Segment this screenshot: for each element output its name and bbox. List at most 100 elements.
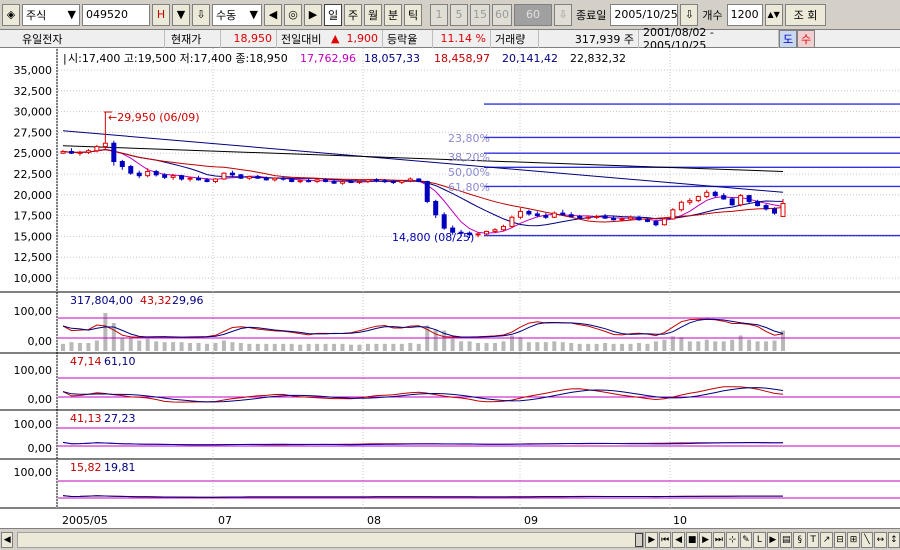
volume-bar bbox=[408, 343, 413, 351]
candle-body bbox=[204, 179, 210, 182]
calendar-arrow-icon[interactable]: ⇩ bbox=[680, 3, 699, 26]
interval-15-button[interactable]: 15 bbox=[470, 3, 490, 26]
tool-arrow-icon[interactable]: ↗ bbox=[820, 531, 833, 548]
interval-1-button[interactable]: 1 bbox=[430, 3, 448, 26]
volume-bar bbox=[620, 343, 625, 351]
count-spinner-icon[interactable]: ▲▼ bbox=[764, 3, 783, 26]
candle-body bbox=[145, 171, 151, 177]
tool-h-icon[interactable]: ⊟ bbox=[833, 531, 847, 548]
scroll-right-icon[interactable]: ▶ bbox=[645, 531, 658, 548]
period-month-button[interactable]: 월 bbox=[364, 3, 382, 26]
y-tick-label: 27,500 bbox=[14, 126, 53, 139]
volume-bar bbox=[560, 342, 565, 351]
volume-bar bbox=[221, 340, 226, 351]
candle-body bbox=[772, 208, 778, 214]
interval-60-button[interactable]: 60 bbox=[492, 3, 512, 26]
volume-bar bbox=[162, 342, 167, 351]
tool-fib-icon[interactable]: § bbox=[793, 531, 806, 548]
scroll-left-icon[interactable]: ◀ bbox=[1, 531, 14, 548]
candle-body bbox=[568, 214, 574, 217]
download-arrow-icon[interactable]: ⇩ bbox=[192, 3, 210, 26]
tool-expand-v-icon[interactable]: ↕ bbox=[887, 531, 900, 548]
prev-icon[interactable]: ◀ bbox=[264, 3, 282, 26]
y-tick-label: 25,000 bbox=[14, 147, 53, 160]
interval-5-button[interactable]: 5 bbox=[450, 3, 468, 26]
dropdown-icon[interactable]: ▼ bbox=[172, 3, 190, 26]
stop-icon[interactable]: ■ bbox=[685, 531, 699, 548]
market-select[interactable]: 주식 ▼ bbox=[22, 3, 80, 26]
candle-body bbox=[77, 151, 83, 154]
bottom-scrollbar[interactable]: ◀ ▶ ⏮ ◀ ■ ▶ ⏭ ⊹ ✎ L ▶ ▤ § T ↗ ⊟ ⊞ ╲ ↔ ↕ bbox=[0, 528, 900, 550]
candle-body bbox=[500, 225, 506, 231]
diamond-icon[interactable]: ◈ bbox=[2, 3, 20, 26]
price-label: 현재가 bbox=[165, 29, 221, 48]
info-bar: 유일전자 현재가 18,950 전일대비 ▲ 1,900 등락율 11.14 %… bbox=[0, 26, 900, 52]
first-page-icon[interactable]: ⏮ bbox=[658, 531, 672, 548]
candle-body bbox=[119, 161, 125, 168]
tool-grid-icon[interactable]: ▤ bbox=[780, 531, 793, 548]
volume-header-3: 29,96 bbox=[172, 294, 204, 307]
candle-body bbox=[780, 203, 786, 217]
candle-body bbox=[68, 151, 74, 154]
query-button[interactable]: 조 회 bbox=[784, 3, 827, 26]
candle-body bbox=[289, 178, 295, 182]
tool-play-icon[interactable]: ▶ bbox=[766, 531, 780, 548]
volume-bar bbox=[704, 339, 709, 351]
end-date-input[interactable]: 2005/10/25 bbox=[610, 3, 679, 26]
last-page-icon[interactable]: ⏭ bbox=[712, 531, 726, 548]
candle-body bbox=[162, 174, 168, 178]
volume-bar bbox=[467, 341, 472, 351]
volume-bar bbox=[501, 341, 506, 351]
y-tick-label: 12,500 bbox=[14, 251, 53, 264]
volume-bar bbox=[577, 343, 582, 351]
tool-pointer-icon[interactable]: ⊹ bbox=[726, 531, 739, 548]
next-page-icon[interactable]: ▶ bbox=[699, 531, 712, 548]
tool-l-icon[interactable]: L bbox=[753, 531, 766, 548]
interval-arrow-icon[interactable]: ⇩ bbox=[554, 3, 572, 26]
period-tick-button[interactable]: 틱 bbox=[404, 3, 422, 26]
candle-body bbox=[628, 216, 634, 220]
volume-bar bbox=[518, 337, 523, 351]
candle-body bbox=[246, 175, 252, 179]
code-input[interactable]: 049520 bbox=[82, 3, 150, 26]
scroll-thumb[interactable] bbox=[635, 532, 644, 547]
x-tick-0: 2005/05 bbox=[62, 514, 108, 527]
p3-tick-100: 100,00 bbox=[14, 364, 53, 377]
price-chart[interactable]: 35,000 32,500 30,000 27,500 25,000 22,500 20,0… bbox=[0, 48, 900, 528]
volume-bar bbox=[205, 343, 209, 351]
ma-value-5: 22,832,32 bbox=[570, 52, 626, 65]
btn-do[interactable]: 도 bbox=[779, 29, 797, 48]
scroll-track[interactable] bbox=[17, 531, 645, 548]
tool-t-icon[interactable]: T bbox=[806, 531, 820, 548]
target-icon[interactable]: ◎ bbox=[284, 3, 302, 26]
next-icon[interactable]: ▶ bbox=[304, 3, 322, 26]
change-value: 1,900 bbox=[345, 29, 383, 48]
volume-bar bbox=[687, 341, 692, 351]
volume-bar bbox=[476, 343, 481, 351]
adjust-select[interactable]: 수동 ▼ bbox=[212, 3, 262, 26]
period-day-button[interactable]: 일 bbox=[324, 3, 342, 26]
candle-body bbox=[60, 151, 66, 154]
candle-body bbox=[348, 180, 354, 183]
volume-bar bbox=[569, 343, 574, 351]
ma-value-3: 18,458,97 bbox=[434, 52, 490, 65]
volume-bar bbox=[315, 343, 320, 351]
tool-line-icon[interactable]: ╲ bbox=[860, 531, 874, 548]
h-button[interactable]: H bbox=[152, 3, 170, 26]
period-week-button[interactable]: 주 bbox=[344, 3, 362, 26]
prev-page-icon[interactable]: ◀ bbox=[672, 531, 685, 548]
period-minute-button[interactable]: 분 bbox=[384, 3, 402, 26]
tool-draw-icon[interactable]: ✎ bbox=[739, 531, 753, 548]
interval-custom-input[interactable]: 60 bbox=[514, 3, 552, 26]
volume-bar bbox=[179, 342, 184, 351]
pane-mark-icon: | bbox=[63, 52, 67, 65]
btn-su[interactable]: 수 bbox=[797, 29, 815, 48]
tool-table-icon[interactable]: ⊞ bbox=[847, 531, 860, 548]
volume-bar bbox=[543, 342, 548, 351]
volume-bar bbox=[120, 338, 125, 351]
candle-body bbox=[509, 216, 515, 227]
candle-body bbox=[661, 218, 667, 226]
tool-expand-h-icon[interactable]: ↔ bbox=[874, 531, 887, 548]
count-input[interactable]: 1200 bbox=[726, 3, 763, 26]
candle-body bbox=[585, 216, 591, 219]
